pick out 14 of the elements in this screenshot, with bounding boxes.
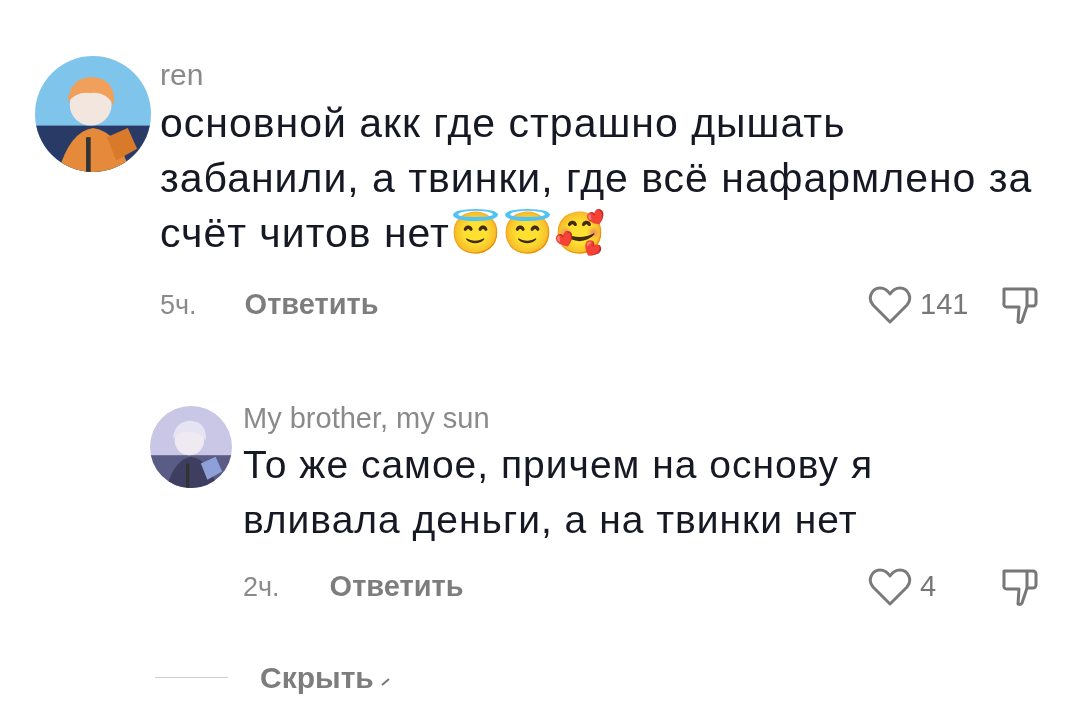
reply-button[interactable]: Ответить [329,565,464,609]
chevron-icon[interactable] [379,676,392,687]
reply-button[interactable]: Ответить [244,283,379,327]
username[interactable]: My brother, my sun [243,401,490,435]
like-icon[interactable] [868,285,912,325]
like-count: 141 [920,287,970,323]
timestamp: 2ч. [243,570,280,604]
like-icon[interactable] [868,567,912,607]
comment-text: основной акк где страшно дышать забанили, а твинки, где всё нафармлено за счёт читов нет😇😇🥰 [160,100,1033,256]
username[interactable]: ren [160,58,204,92]
comment-text: То же самое, причем на основу я вливала деньги, а на твинки нет [243,443,873,541]
hide-button[interactable]: Скрыть [260,655,374,700]
like-count: 4 [920,569,938,605]
timestamp: 5ч. [160,288,197,322]
